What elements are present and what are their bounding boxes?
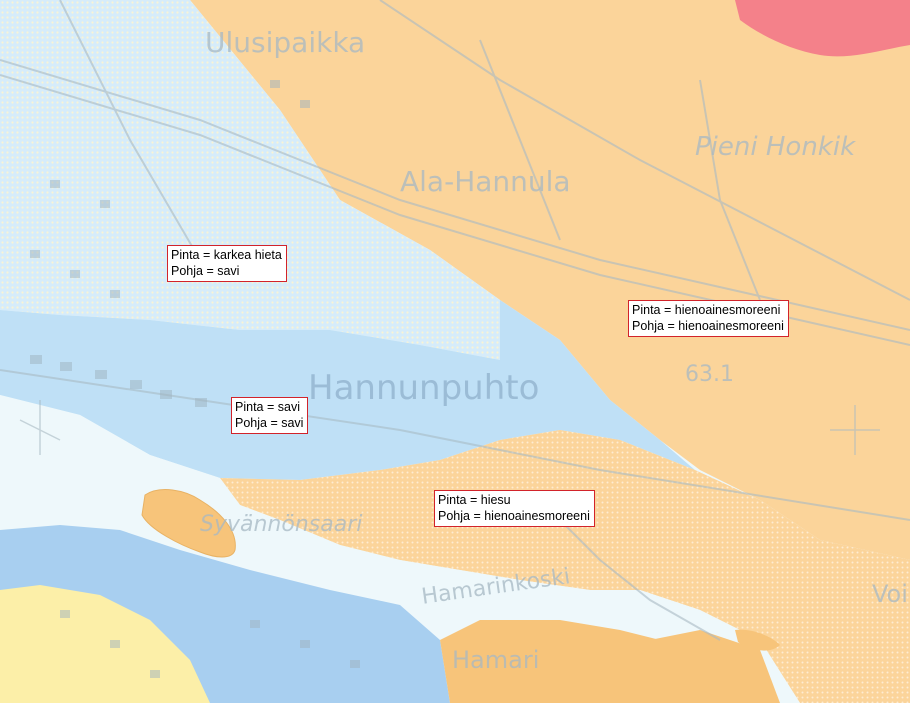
soil-label-base: Pohja = savi xyxy=(235,416,304,430)
soil-label-surface: Pinta = hiesu xyxy=(438,493,511,507)
soil-map[interactable] xyxy=(0,0,910,703)
soil-label-base: Pohja = hienoainesmoreeni xyxy=(438,509,590,523)
soil-label-base: Pohja = savi xyxy=(171,264,240,278)
soil-label-surface: Pinta = karkea hieta xyxy=(171,248,282,262)
soil-label-hiesu[interactable]: Pinta = hiesu Pohja = hienoainesmoreeni xyxy=(434,490,595,527)
soil-label-savi[interactable]: Pinta = savi Pohja = savi xyxy=(231,397,309,434)
soil-label-hienoainesmoreeni[interactable]: Pinta = hienoainesmoreeni Pohja = hienoa… xyxy=(628,300,789,337)
soil-label-karkea-hieta[interactable]: Pinta = karkea hieta Pohja = savi xyxy=(167,245,287,282)
soil-label-base: Pohja = hienoainesmoreeni xyxy=(632,319,784,333)
soil-label-surface: Pinta = hienoainesmoreeni xyxy=(632,303,781,317)
soil-label-surface: Pinta = savi xyxy=(235,400,300,414)
